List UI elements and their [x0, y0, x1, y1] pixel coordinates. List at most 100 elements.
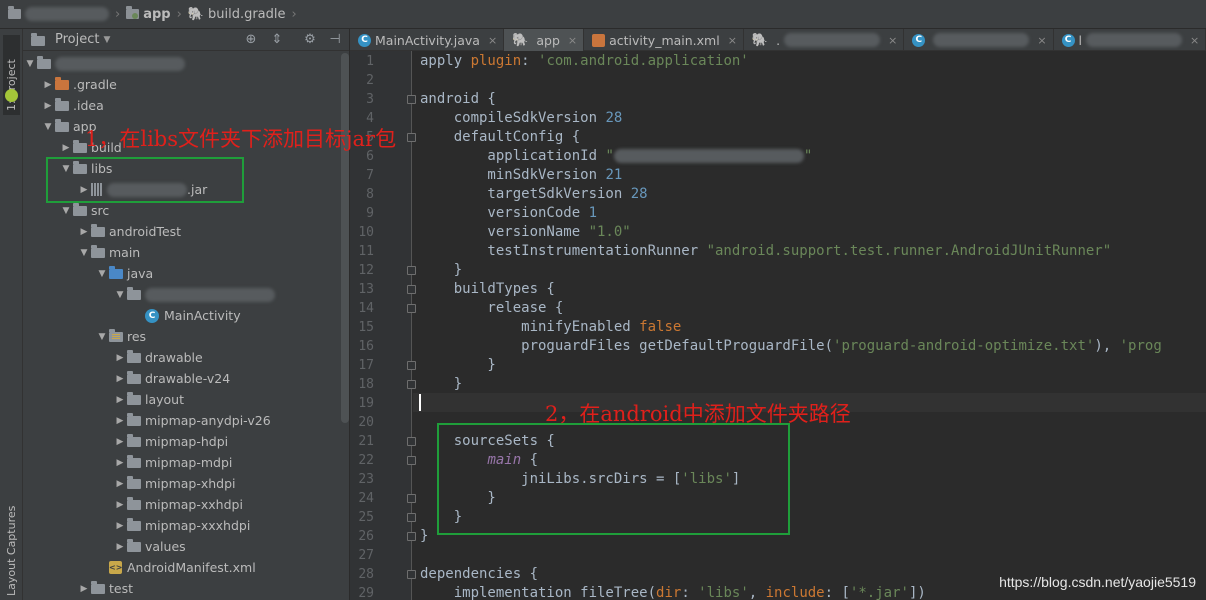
- fold-toggle-icon[interactable]: [407, 456, 416, 465]
- tree-item[interactable]: ▶ mipmap-anydpi-v26: [113, 410, 271, 431]
- chevron-right-icon[interactable]: ▶: [113, 374, 127, 384]
- chevron-right-icon[interactable]: ▶: [77, 584, 91, 594]
- code-line: android {: [420, 90, 496, 109]
- tree-item[interactable]: ▶ mipmap-mdpi: [113, 452, 232, 473]
- fold-toggle-icon[interactable]: [407, 380, 416, 389]
- tree-item-label: MainActivity: [164, 308, 241, 323]
- line-number: 29: [358, 586, 374, 600]
- tree-item-label: mipmap-anydpi-v26: [145, 413, 271, 428]
- close-icon[interactable]: ×: [568, 34, 577, 47]
- chevron-down-icon[interactable]: ▼: [95, 269, 109, 279]
- chevron-right-icon[interactable]: ▶: [41, 80, 55, 90]
- tree-item[interactable]: ▶ .idea: [41, 95, 104, 116]
- chevron-down-icon[interactable]: ▼: [41, 122, 55, 132]
- text-caret: [419, 394, 421, 411]
- tree-item[interactable]: ▶ mipmap-hdpi: [113, 431, 228, 452]
- chevron-down-icon[interactable]: ▼: [59, 206, 73, 216]
- tree-item[interactable]: ▶ drawable: [113, 347, 203, 368]
- tree-item[interactable]: ▶ mipmap-xxhdpi: [113, 494, 243, 515]
- fold-toggle-icon[interactable]: [407, 494, 416, 503]
- chevron-down-icon[interactable]: ▼: [77, 248, 91, 258]
- tree-item[interactable]: ▶ layout: [113, 389, 184, 410]
- line-number: 20: [358, 415, 374, 430]
- tree-item-label: .idea: [73, 98, 104, 113]
- tool-tab-project[interactable]: 1: Project: [3, 35, 20, 115]
- editor-tab[interactable]: Cl ×: [1054, 29, 1206, 51]
- editor-tab-label: l: [1078, 32, 1083, 48]
- folder-icon: [37, 55, 51, 69]
- code-token: proguardFiles getDefaultProguardFile(: [420, 338, 834, 354]
- tree-item[interactable]: ▶ drawable-v24: [113, 368, 230, 389]
- chevron-right-icon[interactable]: ▶: [77, 227, 91, 237]
- chevron-right-icon[interactable]: ▶: [113, 479, 127, 489]
- close-icon[interactable]: ×: [888, 34, 897, 47]
- tree-item[interactable]: ▶ mipmap-xxxhdpi: [113, 515, 250, 536]
- close-icon[interactable]: ×: [1190, 34, 1199, 47]
- fold-toggle-icon[interactable]: [407, 437, 416, 446]
- collapse-all-icon[interactable]: ⇕: [269, 32, 285, 47]
- chevron-right-icon[interactable]: ▶: [113, 521, 127, 531]
- chevron-right-icon[interactable]: ▶: [113, 395, 127, 405]
- fold-toggle-icon[interactable]: [407, 285, 416, 294]
- chevron-right-icon[interactable]: ▶: [113, 353, 127, 363]
- chevron-right-icon[interactable]: ▶: [113, 416, 127, 426]
- gear-icon[interactable]: ⚙: [302, 32, 318, 47]
- code-line: }: [420, 527, 428, 546]
- project-tree-scrollbar[interactable]: [341, 53, 349, 423]
- chevron-right-icon[interactable]: ▶: [113, 542, 127, 552]
- dropdown-caret-icon[interactable]: ▼: [103, 35, 110, 45]
- tool-tab-layout-captures[interactable]: Layout Captures: [3, 490, 20, 600]
- fold-toggle-icon[interactable]: [407, 513, 416, 522]
- line-number: 11: [358, 244, 374, 259]
- editor-tab[interactable]: C MainActivity.java ×: [350, 29, 505, 51]
- fold-toggle-icon[interactable]: [407, 532, 416, 541]
- chevron-down-icon[interactable]: ▼: [113, 290, 127, 300]
- fold-toggle-icon[interactable]: [407, 570, 416, 579]
- chevron-right-icon[interactable]: ▶: [59, 143, 73, 153]
- line-number: 16: [358, 339, 374, 354]
- chevron-right-icon[interactable]: ▶: [113, 458, 127, 468]
- editor-tab[interactable]: C ×: [904, 29, 1054, 51]
- tree-item[interactable]: ▼: [23, 53, 185, 74]
- breadcrumb-project[interactable]: ›: [8, 4, 120, 24]
- breadcrumb-file[interactable]: 🐘 build.gradle ›: [188, 4, 297, 24]
- blurred-name: [784, 33, 881, 47]
- code-token: "1.0": [588, 224, 631, 240]
- fold-toggle-icon[interactable]: [407, 361, 416, 370]
- tree-item[interactable]: ▼ src: [59, 200, 109, 221]
- chevron-down-icon[interactable]: ▼: [23, 59, 37, 69]
- chevron-right-icon[interactable]: ▶: [41, 101, 55, 111]
- tree-item[interactable]: ▶ test: [77, 578, 133, 599]
- tree-item[interactable]: ▼ main: [77, 242, 140, 263]
- line-number: 19: [358, 396, 374, 411]
- tree-item[interactable]: ▼: [113, 284, 275, 305]
- tree-item[interactable]: ▶ values: [113, 536, 186, 557]
- project-view-selector[interactable]: Project: [55, 32, 99, 47]
- editor-tab[interactable]: activity_main.xml ×: [584, 29, 744, 51]
- locate-icon[interactable]: ⊕: [243, 32, 259, 47]
- tree-item[interactable]: ▶ .gradle: [41, 74, 117, 95]
- fold-toggle-icon[interactable]: [407, 304, 416, 313]
- tree-item[interactable]: <> AndroidManifest.xml: [95, 557, 256, 578]
- fold-toggle-icon[interactable]: [407, 266, 416, 275]
- fold-toggle-icon[interactable]: [407, 133, 416, 142]
- tree-item[interactable]: ▶ androidTest: [77, 221, 181, 242]
- close-icon[interactable]: ×: [488, 34, 497, 47]
- chevron-down-icon[interactable]: ▼: [95, 332, 109, 342]
- code-token: defaultConfig {: [420, 129, 581, 145]
- editor-tab[interactable]: 🐘 app ×: [504, 29, 585, 51]
- tree-item-label: mipmap-mdpi: [145, 455, 233, 470]
- hide-panel-icon[interactable]: ⊣: [327, 32, 343, 47]
- tree-item[interactable]: ▶ mipmap-xhdpi: [113, 473, 236, 494]
- tree-item[interactable]: C MainActivity: [131, 305, 241, 326]
- close-icon[interactable]: ×: [728, 34, 737, 47]
- tree-item[interactable]: ▼ java: [95, 263, 153, 284]
- close-icon[interactable]: ×: [1037, 34, 1046, 47]
- tree-item[interactable]: ▼ res: [95, 326, 146, 347]
- editor-tab[interactable]: 🐘. ×: [744, 29, 905, 51]
- chevron-right-icon[interactable]: ▶: [113, 437, 127, 447]
- code-token: apply: [420, 53, 471, 69]
- fold-toggle-icon[interactable]: [407, 95, 416, 104]
- breadcrumb-module[interactable]: app ›: [126, 4, 182, 24]
- chevron-right-icon[interactable]: ▶: [113, 500, 127, 510]
